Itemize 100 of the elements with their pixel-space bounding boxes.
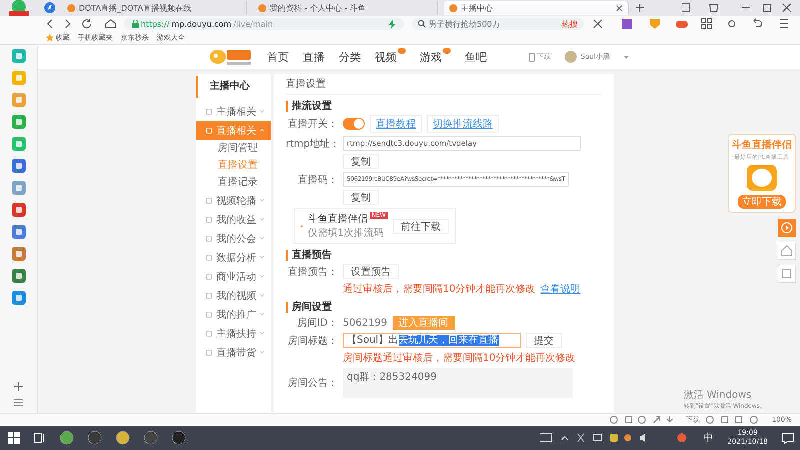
browser-logo-icon	[8, 0, 30, 17]
avatar-icon[interactable]	[564, 51, 577, 63]
set-preview-button[interactable]: 设置预告	[343, 264, 399, 279]
taskbar-app-icon[interactable]	[172, 431, 186, 445]
app-icon[interactable]	[12, 291, 26, 305]
room-id: 5062199	[343, 318, 388, 328]
app-icon[interactable]	[12, 159, 26, 173]
app-icon[interactable]	[12, 93, 26, 107]
task-view-icon[interactable]	[34, 433, 46, 443]
play-icon[interactable]	[778, 219, 796, 237]
sidebar-item[interactable]: 我的视频	[196, 286, 271, 305]
field-label: 直播码：	[297, 174, 338, 186]
windows-start-icon[interactable]	[8, 432, 20, 444]
section-heading: 房间设置	[286, 302, 602, 313]
chevron-icon	[260, 255, 265, 260]
sidebar-item[interactable]: 视频轮播	[196, 191, 271, 210]
sidebar-item[interactable]: 数据分析	[196, 248, 271, 267]
taskbar-app-icon[interactable]	[116, 431, 130, 445]
live-toggle[interactable]	[343, 118, 365, 130]
sidebar-item[interactable]: 商业活动	[196, 267, 271, 286]
sidebar-item[interactable]: 我的推广	[196, 305, 271, 324]
sidebar-item[interactable]: 我的公会	[196, 229, 271, 248]
copy-button[interactable]: 复制	[343, 154, 379, 169]
compass-icon[interactable]	[44, 2, 56, 14]
menu-icon[interactable]	[14, 399, 23, 407]
app-icon[interactable]	[12, 203, 26, 217]
lightning-icon[interactable]	[389, 20, 396, 28]
chevron-icon	[260, 217, 265, 222]
new-tab-icon[interactable]	[635, 3, 645, 13]
taskbar-app-icon[interactable]	[60, 431, 74, 445]
submit-button[interactable]: 提交	[526, 333, 562, 348]
close-icon[interactable]	[616, 4, 623, 12]
sidebar-subitem[interactable]: 房间管理	[196, 140, 271, 157]
nav-link[interactable]: 鱼吧	[465, 50, 487, 64]
chevron-icon	[260, 350, 265, 355]
warning-text: 通过审核后，需要间隔10分钟才能再次修改	[343, 282, 536, 296]
section-heading: 推流设置	[286, 101, 602, 112]
expand-icon[interactable]	[778, 265, 796, 283]
app-icon[interactable]	[12, 225, 26, 239]
field-label: rtmp地址：	[286, 138, 338, 150]
page-title: 直播设置	[286, 76, 602, 95]
nav-link[interactable]: 游戏	[420, 50, 442, 64]
phone-icon	[528, 52, 535, 62]
browser-tab[interactable]: 我的资料 - 个人中心 - 斗鱼	[253, 1, 438, 15]
section-heading: 直播预告	[286, 250, 602, 261]
app-icon[interactable]	[12, 137, 26, 151]
nav-link[interactable]: 视频	[375, 50, 397, 64]
browser-tab[interactable]: DOTA直播_DOTA直播视频在线	[62, 1, 247, 15]
app-icon[interactable]	[12, 269, 26, 283]
app-icon[interactable]	[12, 115, 26, 129]
taskbar-app-icon[interactable]	[88, 431, 102, 445]
banner-title: 斗鱼直播伴侣	[732, 138, 792, 152]
chevron-icon	[260, 198, 265, 203]
field-label: 直播预告：	[287, 266, 338, 278]
notice-field[interactable]: qq群：285324099	[343, 368, 573, 398]
tab-title: DOTA直播_DOTA直播视频在线	[79, 2, 192, 14]
add-icon[interactable]	[14, 382, 23, 391]
home-icon[interactable]	[778, 242, 796, 260]
browser-tab[interactable]: 主播中心	[444, 1, 629, 15]
field-label: 房间公告：	[287, 376, 338, 390]
input-method-indicator[interactable]: 中	[704, 431, 714, 445]
chevron-icon	[260, 293, 265, 298]
field-label: 直播开关：	[287, 118, 338, 131]
douyu-logo-icon[interactable]	[209, 47, 253, 67]
nav-link[interactable]: 直播	[303, 50, 325, 64]
nav-link[interactable]: 首页	[267, 50, 289, 64]
chevron-icon	[260, 274, 265, 279]
field-label: 房间标题：	[287, 334, 338, 348]
sidebar-item[interactable]: 直播带货	[196, 343, 271, 362]
copy-button[interactable]: 复制	[343, 190, 379, 205]
nav-buttons-icon[interactable]	[46, 19, 116, 29]
taskbar-app-icon[interactable]	[144, 431, 158, 445]
app-icon[interactable]	[12, 181, 26, 195]
sidebar-title: 主播中心	[196, 76, 271, 98]
address-field[interactable]: https:// mp.douyu.com /live/main	[124, 18, 404, 30]
chevron-icon	[260, 128, 265, 133]
nav-link[interactable]: 分类	[339, 50, 361, 64]
sidebar-item[interactable]: 我的收益	[196, 210, 271, 229]
help-link[interactable]: 查看说明	[540, 282, 581, 296]
download-button[interactable]: 前往下载	[393, 218, 449, 234]
app-icon[interactable]	[12, 247, 26, 261]
mascot-drawing	[745, 163, 779, 193]
sidebar-item[interactable]: 主播扶持	[196, 324, 271, 343]
notification-icon[interactable]	[782, 432, 794, 444]
sidebar-subitem[interactable]: 直播记录	[196, 174, 271, 191]
window-controls-icon[interactable]	[682, 3, 792, 13]
lock-icon	[132, 20, 139, 28]
promo-title: 斗鱼直播伴侣	[308, 212, 368, 226]
tab-title: 我的资料 - 个人中心 - 斗鱼	[270, 2, 367, 14]
link-button[interactable]: 直播教程	[370, 115, 422, 133]
caret-icon[interactable]	[624, 56, 629, 58]
search-field[interactable]: 男子横行抢劫500万 热搜	[412, 18, 584, 30]
link-button[interactable]: 切换推流线路	[427, 115, 499, 133]
star-icon	[46, 34, 54, 42]
input-field[interactable]: 【Soul】出去玩几天，回来在直播	[343, 333, 521, 348]
sidebar-item[interactable]: 主播相关	[196, 102, 271, 121]
hot-search-label: 热搜	[562, 18, 578, 30]
search-icon	[418, 20, 426, 28]
chevron-icon	[260, 109, 265, 114]
app-icon[interactable]	[12, 49, 26, 63]
